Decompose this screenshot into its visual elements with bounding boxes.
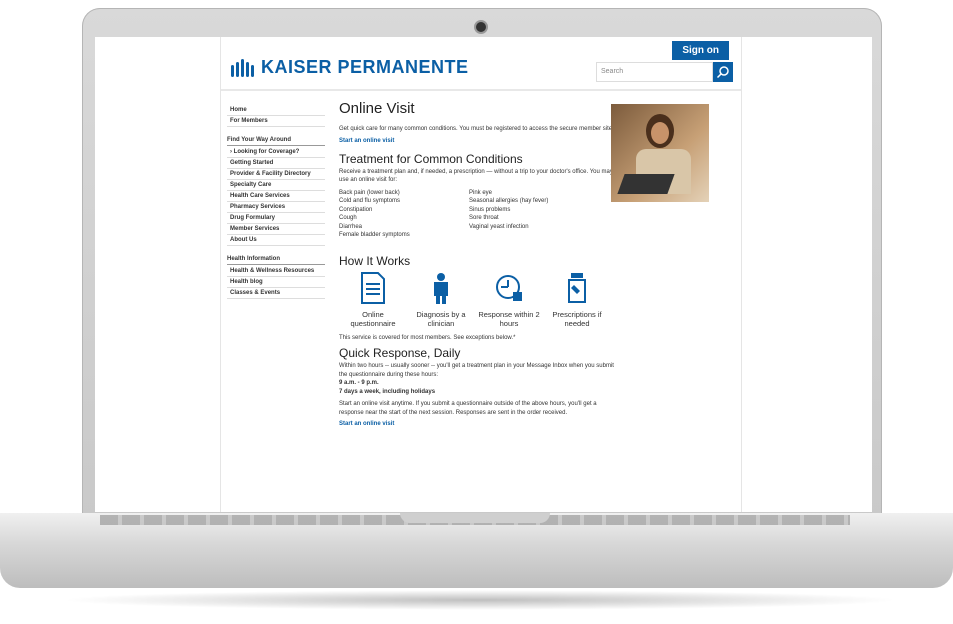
logo[interactable]: KAISER PERMANENTE [231,57,469,78]
sign-on-button[interactable]: Sign on [672,41,729,60]
main-content: Online Visit Get quick care for many com… [339,100,614,435]
prescription-icon [568,272,586,303]
laptop-shadow [60,590,900,610]
treatment-heading: Treatment for Common Conditions [339,151,523,166]
condition-item: Cold and flu symptoms [339,198,401,204]
quick-response-heading: Quick Response, Daily [339,346,461,360]
nav-getting-started[interactable]: Getting Started [227,158,325,169]
start-online-visit-link[interactable]: Start an online visit [339,138,614,144]
coverage-text: This service is covered for most members… [339,334,516,341]
search-icon [716,66,729,79]
header-divider [221,89,741,91]
how-it-works-heading: How It Works [339,253,411,268]
condition-item: Diarrhea [339,223,363,230]
condition-item: Back pain (lower back) [339,189,400,196]
nav-drug-formulary[interactable]: Drug Formulary [227,213,325,224]
condition-item: Cough [339,215,357,221]
days-text: 7 days a week, including holidays [339,388,436,395]
step-prescriptions: Prescriptions if needed [543,272,611,328]
trackpad-notch [400,513,550,523]
nav-health-blog[interactable]: Health blog [227,277,325,288]
nav-health-wellness[interactable]: Health & Wellness Resources [227,266,325,277]
webpage: Sign on KAISER PERMANENTE Search Home Fo… [220,37,742,512]
treatment-text: Receive a treatment plan and, if needed,… [339,168,613,184]
condition-item: Seasonal allergies (hay fever) [469,198,549,204]
document-icon [361,271,385,304]
nav-for-members[interactable]: For Members [227,116,325,127]
hours-text: 9 a.m. - 9 p.m. [339,380,379,386]
nav-home[interactable]: Home [227,105,325,116]
nav-specialty-care[interactable]: Specialty Care [227,180,325,191]
clock-icon [496,274,522,301]
nav-about-us[interactable]: About Us [227,235,325,246]
logo-text: KAISER PERMANENTE [261,57,469,77]
condition-item: Vaginal yeast infection [469,223,529,230]
nav-looking-for-coverage[interactable]: › Looking for Coverage? [227,147,325,158]
how-it-works-steps: Online questionnaire Diagnosis by a clin… [339,271,614,328]
clinician-icon [434,272,448,304]
condition-item: Pink eye [469,189,493,196]
kaiser-logo-icon [231,58,255,77]
condition-item: Sinus problems [469,206,511,213]
woman-with-laptop-photo [611,104,709,202]
page-title: Online Visit [339,100,415,117]
step-response: Response within 2 hours [475,272,543,328]
camera-icon [474,20,488,34]
nav-member-services[interactable]: Member Services [227,224,325,235]
search-button[interactable] [713,62,733,82]
nav-pharmacy-services[interactable]: Pharmacy Services [227,202,325,213]
intro-text: Get quick care for many common condition… [339,126,614,132]
sidebar-nav: Home For Members Find Your Way Around › … [227,105,325,299]
step-questionnaire: Online questionnaire [339,271,407,328]
nav-classes-events[interactable]: Classes & Events [227,288,325,299]
search-input[interactable]: Search [596,62,713,82]
nav-health-care-services[interactable]: Health Care Services [227,191,325,202]
condition-item: Constipation [339,206,373,213]
quick-response-text: Within two hours -- usually sooner -- yo… [339,363,614,378]
screen: Sign on KAISER PERMANENTE Search Home Fo… [95,37,872,512]
conditions-list: Back pain (lower back) Cold and flu symp… [339,189,614,240]
laptop-base [0,513,953,588]
start-online-visit-link-2[interactable]: Start an online visit [339,421,614,427]
condition-item: Sore throat [469,215,499,221]
condition-item: Female bladder symptoms [339,232,410,238]
nav-section-find-your-way: Find Your Way Around [227,135,325,146]
nav-section-health-info: Health Information [227,254,325,265]
nav-provider-directory[interactable]: Provider & Facility Directory [227,169,325,180]
step-diagnosis: Diagnosis by a clinician [407,272,475,328]
anytime-text: Start an online visit anytime. If you su… [339,401,597,416]
